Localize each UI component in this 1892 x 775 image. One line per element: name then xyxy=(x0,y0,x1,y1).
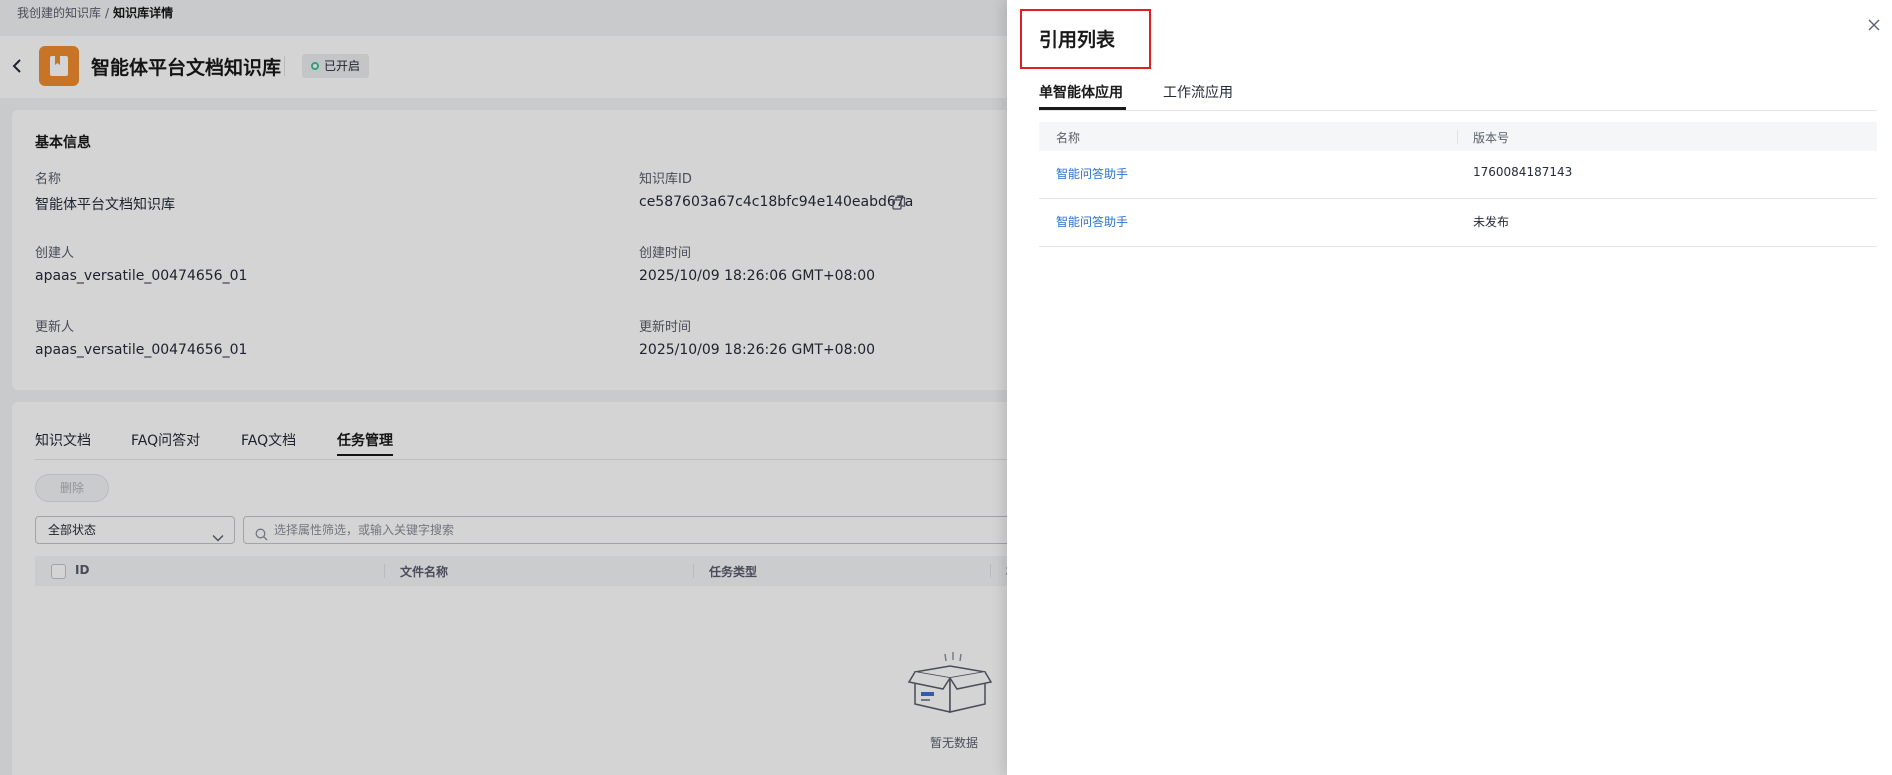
tab-single-agent-apps[interactable]: 单智能体应用 xyxy=(1039,82,1123,102)
reference-table-header: 名称 版本号 xyxy=(1039,122,1877,151)
app-version: 1760084187143 xyxy=(1473,165,1573,179)
close-icon[interactable] xyxy=(1866,17,1882,33)
active-tab-indicator xyxy=(1039,107,1126,110)
column-version: 版本号 xyxy=(1473,131,1510,145)
column-name: 名称 xyxy=(1056,131,1081,145)
app-version: 未发布 xyxy=(1473,215,1510,229)
app-name-link[interactable]: 智能问答助手 xyxy=(1056,213,1128,230)
reference-list-drawer: 引用列表 单智能体应用 工作流应用 名称 版本号 智能问答助手 17600841… xyxy=(1007,0,1892,775)
app-name-link[interactable]: 智能问答助手 xyxy=(1056,165,1128,182)
reference-table: 名称 版本号 智能问答助手 1760084187143 智能问答助手 未发布 xyxy=(1039,122,1877,247)
tab-workflow-apps[interactable]: 工作流应用 xyxy=(1163,82,1233,102)
table-row: 智能问答助手 1760084187143 xyxy=(1039,151,1877,199)
column-separator xyxy=(1457,130,1458,144)
table-row: 智能问答助手 未发布 xyxy=(1039,199,1877,247)
drawer-title: 引用列表 xyxy=(1039,29,1116,51)
